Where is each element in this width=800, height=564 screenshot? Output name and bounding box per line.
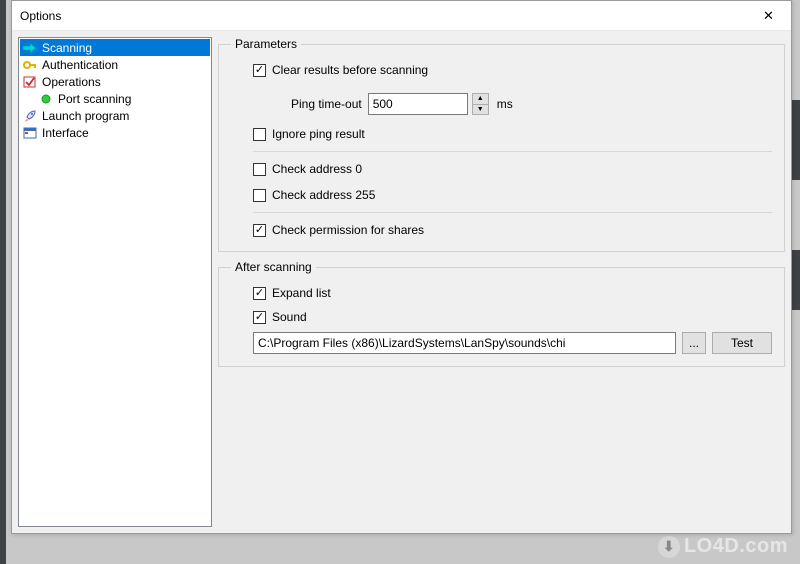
ignore-ping-checkbox[interactable] [253,128,266,141]
sidebar-item-launch-program[interactable]: Launch program [20,107,210,124]
ping-timeout-spinner[interactable]: ▲ ▼ [472,93,489,115]
sidebar-item-label: Operations [42,75,101,89]
close-icon: ✕ [763,8,774,24]
sidebar-item-scanning[interactable]: Scanning [20,39,210,56]
sidebar-item-interface[interactable]: Interface [20,124,210,141]
test-button[interactable]: Test [712,332,772,354]
ignore-ping-label: Ignore ping result [272,127,365,141]
expand-list-checkbox[interactable] [253,287,266,300]
ping-timeout-unit: ms [497,97,513,111]
divider [253,212,772,213]
check-permission-checkbox[interactable] [253,224,266,237]
options-content: Parameters Clear results before scanning… [218,37,785,527]
parameters-group: Parameters Clear results before scanning… [218,37,785,252]
titlebar: Options ✕ [12,1,791,31]
check-addr-255-label: Check address 255 [272,188,375,202]
sound-path-input[interactable] [253,332,676,354]
sidebar-item-label: Scanning [42,41,92,55]
sidebar-item-label: Interface [42,126,89,140]
watermark: ⬇ LO4D.com [658,535,788,558]
sidebar-item-authentication[interactable]: Authentication [20,56,210,73]
check-addr-255-checkbox[interactable] [253,189,266,202]
clear-results-checkbox[interactable] [253,64,266,77]
sidebar-item-label: Launch program [42,109,129,123]
clear-results-label: Clear results before scanning [272,63,428,77]
divider [253,151,772,152]
sound-label: Sound [272,310,307,324]
options-window: Options ✕ Scanning Authentication [11,0,792,534]
expand-list-label: Expand list [272,286,331,300]
ping-timeout-label: Ping time-out [291,97,362,111]
sound-checkbox[interactable] [253,311,266,324]
window-title: Options [20,9,746,23]
download-icon: ⬇ [658,536,680,558]
check-addr-0-checkbox[interactable] [253,163,266,176]
sidebar-item-operations[interactable]: Operations [20,73,210,90]
options-sidebar: Scanning Authentication Operations Port … [18,37,212,527]
sidebar-item-label: Port scanning [58,92,131,106]
spin-down-icon[interactable]: ▼ [473,105,488,115]
parameters-legend: Parameters [231,37,301,51]
sidebar-item-port-scanning[interactable]: Port scanning [20,90,210,107]
spin-up-icon[interactable]: ▲ [473,94,488,105]
check-icon [22,74,38,90]
arrow-right-icon [22,40,38,56]
check-permission-label: Check permission for shares [272,223,424,237]
sidebar-item-label: Authentication [42,58,118,72]
browse-button[interactable]: ... [682,332,706,354]
key-icon [22,57,38,73]
watermark-text: LO4D.com [684,535,788,558]
after-scanning-group: After scanning Expand list Sound ... Tes… [218,260,785,367]
dot-green-icon [38,91,54,107]
rocket-icon [22,108,38,124]
window-icon [22,125,38,141]
ping-timeout-input[interactable] [368,93,468,115]
check-addr-0-label: Check address 0 [272,162,362,176]
close-button[interactable]: ✕ [746,1,791,30]
after-scanning-legend: After scanning [231,260,316,274]
